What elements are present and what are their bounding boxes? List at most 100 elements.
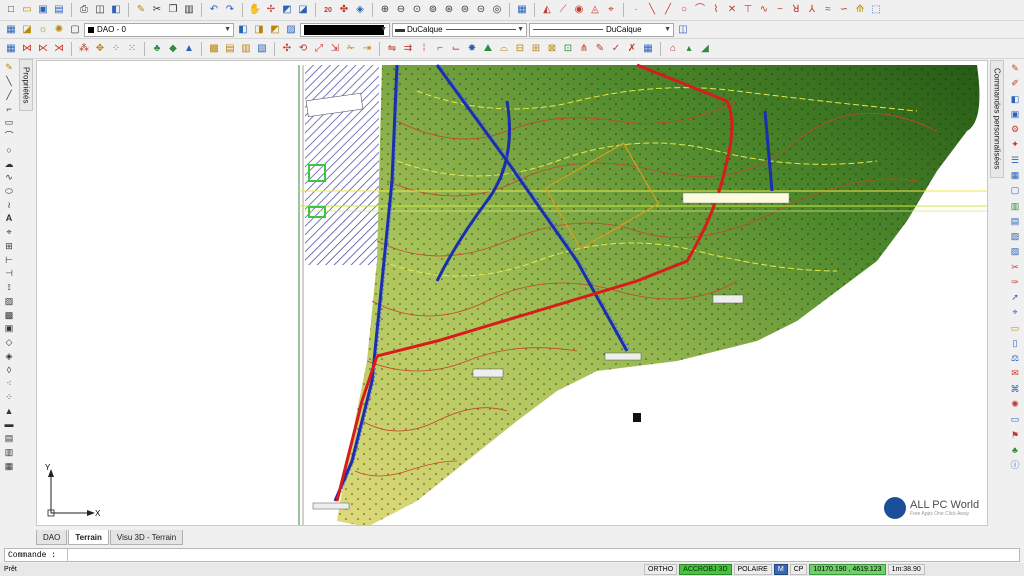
lightbulb-icon[interactable]: ☼ bbox=[36, 23, 50, 37]
circle-tool-icon[interactable]: ○ bbox=[3, 145, 15, 155]
badge-20-icon[interactable]: 20 bbox=[321, 3, 335, 17]
spline-tool-icon[interactable]: ∿ bbox=[3, 173, 15, 183]
align-icon[interactable]: ⋔ bbox=[577, 42, 591, 56]
divide-tool-icon[interactable]: ⁘ bbox=[3, 393, 15, 403]
layer-group-icon[interactable]: ♣ bbox=[150, 42, 164, 56]
table-tool-icon[interactable]: ⊞ bbox=[3, 242, 15, 252]
layer-tools-icon[interactable]: ✤ bbox=[337, 3, 351, 17]
insert-tool-icon[interactable]: ◊ bbox=[3, 365, 15, 375]
clip-icon[interactable]: ⌘ bbox=[1009, 384, 1021, 395]
cube-icon[interactable]: ◧ bbox=[1009, 94, 1021, 105]
stretch-icon[interactable]: ⇲ bbox=[328, 42, 342, 56]
terrain3-icon[interactable]: ◢ bbox=[698, 42, 712, 56]
leader-tool-icon[interactable]: ⟟ bbox=[3, 283, 15, 293]
cut-icon[interactable]: ✂ bbox=[150, 3, 164, 17]
point-tool-icon[interactable]: ⁖ bbox=[3, 379, 15, 389]
marker-icon[interactable]: ✐ bbox=[1009, 78, 1021, 89]
xline-icon[interactable]: ╱ bbox=[661, 3, 675, 17]
info-icon[interactable]: ⓘ bbox=[1009, 460, 1021, 471]
zoom-object-icon[interactable]: ⊛ bbox=[442, 3, 456, 17]
tile-icon[interactable]: ▨ bbox=[1009, 246, 1021, 257]
note-icon[interactable]: ✉ bbox=[1009, 368, 1021, 379]
publish-icon[interactable]: ◧ bbox=[109, 3, 123, 17]
tab-dao[interactable]: DAO bbox=[36, 530, 68, 545]
undo-icon[interactable]: ↶ bbox=[207, 3, 221, 17]
paste-icon[interactable]: ▥ bbox=[182, 3, 196, 17]
cross-icon[interactable]: ✕ bbox=[725, 3, 739, 17]
curve-tool-icon[interactable]: ≀ bbox=[3, 200, 15, 210]
snap2-icon[interactable]: ✥ bbox=[93, 42, 107, 56]
line-icon[interactable]: ╲ bbox=[645, 3, 659, 17]
scale-icon[interactable]: ⤢ bbox=[312, 42, 326, 56]
hatch-tool-icon[interactable]: ▨ bbox=[3, 296, 15, 306]
dim-aligned-icon[interactable]: ⊣ bbox=[3, 269, 15, 279]
model-toggle[interactable]: M bbox=[773, 564, 788, 575]
wipeout-tool-icon[interactable]: ▬ bbox=[3, 420, 15, 430]
folder-icon[interactable]: ▭ bbox=[1009, 323, 1021, 334]
paint-icon[interactable]: ✑ bbox=[1009, 277, 1021, 288]
extend-icon[interactable]: ⇥ bbox=[360, 42, 374, 56]
pan-icon[interactable]: ✋ bbox=[248, 3, 262, 17]
zoom-extents-icon[interactable]: ⊙ bbox=[410, 3, 424, 17]
arc-tool-icon[interactable]: ⌒ bbox=[3, 132, 15, 142]
flag-icon[interactable]: ⚑ bbox=[1009, 429, 1021, 440]
new-file-icon[interactable]: □ bbox=[4, 3, 18, 17]
label-icon[interactable]: ⊠ bbox=[545, 42, 559, 56]
tab-visu-3d-terrain[interactable]: Visu 3D - Terrain bbox=[109, 530, 184, 545]
layer-manager-icon[interactable]: ▦ bbox=[4, 23, 18, 37]
grip-icon[interactable]: ⟰ bbox=[853, 3, 867, 17]
measure-icon[interactable]: ⟋ bbox=[556, 3, 570, 17]
linetype-dropdown[interactable]: ▬ DuCalque ▼ bbox=[392, 22, 527, 37]
pin-icon[interactable]: ⌖ bbox=[1009, 307, 1021, 318]
terrain2-icon[interactable]: ▴ bbox=[682, 42, 696, 56]
xref-icon[interactable]: ▧ bbox=[255, 42, 269, 56]
frame-icon[interactable]: ▢ bbox=[1009, 185, 1021, 196]
doc-icon[interactable]: ▭ bbox=[1009, 414, 1021, 425]
grid2-icon[interactable]: ▦ bbox=[1009, 170, 1021, 181]
trim-icon[interactable]: ✁ bbox=[344, 42, 358, 56]
cursor-icon[interactable]: ➚ bbox=[1009, 292, 1021, 303]
tool-icon[interactable]: ✂ bbox=[1009, 261, 1021, 272]
area-icon[interactable]: ◬ bbox=[588, 3, 602, 17]
symbol-icon[interactable]: ⊤ bbox=[741, 3, 755, 17]
command-input[interactable] bbox=[68, 549, 1019, 561]
region-tool-icon[interactable]: ▣ bbox=[3, 324, 15, 334]
lineweight-dropdown[interactable]: DuCalque ▼ bbox=[529, 22, 674, 37]
xyz3-icon[interactable]: ⋊ bbox=[52, 42, 66, 56]
layer-previous-icon[interactable]: ◪ bbox=[20, 23, 34, 37]
curve-icon[interactable]: ∿ bbox=[757, 3, 771, 17]
box-icon[interactable]: ▣ bbox=[1009, 109, 1021, 120]
surface-icon[interactable]: ⛰ bbox=[481, 42, 495, 56]
cp-toggle[interactable]: CP bbox=[789, 564, 808, 575]
snap-tool-icon[interactable]: ⌖ bbox=[3, 228, 15, 238]
plan-icon[interactable]: ⊡ bbox=[561, 42, 575, 56]
layer-diamond-icon[interactable]: ◆ bbox=[166, 42, 180, 56]
plot-style-icon[interactable]: ◫ bbox=[676, 23, 690, 37]
xyz-icon[interactable]: ⋈ bbox=[20, 42, 34, 56]
text-style-icon[interactable]: ꓤ bbox=[789, 3, 803, 17]
scale-readout[interactable]: 1m:38.90 bbox=[887, 564, 925, 575]
zoom-window-icon[interactable]: ◩ bbox=[280, 3, 294, 17]
point-icon[interactable]: · bbox=[629, 3, 643, 17]
region-icon[interactable]: ◉ bbox=[572, 3, 586, 17]
save-icon[interactable]: ▣ bbox=[36, 3, 50, 17]
move-icon[interactable]: ✣ bbox=[280, 42, 294, 56]
print-icon[interactable]: ⎙ bbox=[77, 3, 91, 17]
mtext-icon[interactable]: ⅄ bbox=[805, 3, 819, 17]
polygon-tool-icon[interactable]: ▭ bbox=[3, 118, 15, 128]
layer-match-icon[interactable]: ◨ bbox=[252, 23, 266, 37]
snap3-icon[interactable]: ⁘ bbox=[109, 42, 123, 56]
pencil-icon[interactable]: ✎ bbox=[3, 63, 15, 73]
polyline-tool-icon[interactable]: ⌐ bbox=[3, 104, 15, 114]
edit-icon[interactable]: ✎ bbox=[593, 42, 607, 56]
circle-icon[interactable]: ○ bbox=[677, 3, 691, 17]
match-properties-icon[interactable]: ✎ bbox=[134, 3, 148, 17]
layers-icon[interactable]: ☰ bbox=[1009, 155, 1021, 166]
spray-icon[interactable]: ✺ bbox=[1009, 399, 1021, 410]
gradient-tool-icon[interactable]: ▩ bbox=[3, 310, 15, 320]
layer-walk-icon[interactable]: ▨ bbox=[284, 23, 298, 37]
check-icon[interactable]: ✓ bbox=[609, 42, 623, 56]
table-icon[interactable]: ▦ bbox=[641, 42, 655, 56]
array-icon[interactable]: ⁞ bbox=[417, 42, 431, 56]
inquiry-icon[interactable]: ⌖ bbox=[604, 3, 618, 17]
